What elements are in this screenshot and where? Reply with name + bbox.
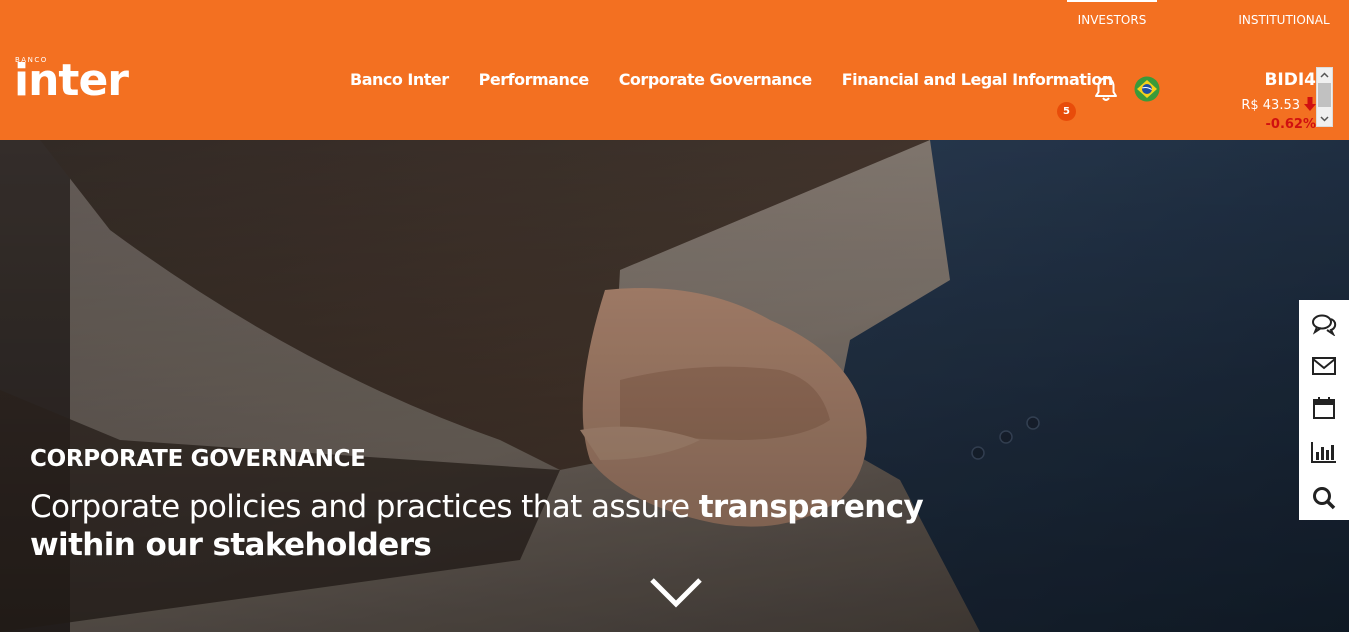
chat-icon bbox=[1312, 314, 1337, 336]
search-icon bbox=[1313, 487, 1336, 510]
notification-badge[interactable]: 5 bbox=[1057, 102, 1076, 121]
hero-banner: CORPORATE GOVERNANCE Corporate policies … bbox=[0, 140, 1349, 632]
chevron-down-icon[interactable] bbox=[1317, 111, 1332, 126]
stock-chart-button[interactable] bbox=[1299, 430, 1349, 474]
logo[interactable]: BANCO inter bbox=[14, 56, 148, 106]
ticker-symbol: BIDI4 bbox=[1264, 70, 1316, 90]
calendar-button[interactable] bbox=[1299, 386, 1349, 430]
hero-headline-regular: Corporate policies and practices that as… bbox=[30, 489, 699, 525]
nav-item-banco-inter[interactable]: Banco Inter bbox=[350, 70, 449, 92]
scrollbar-thumb[interactable] bbox=[1318, 83, 1331, 107]
ticker-change: -0.62% bbox=[1265, 117, 1317, 128]
header: INVESTORS INSTITUTIONAL BANCO inter Banc… bbox=[0, 0, 1349, 140]
nav-item-financial-legal[interactable]: Financial and Legal Information bbox=[842, 70, 1114, 92]
hero-kicker: CORPORATE GOVERNANCE bbox=[30, 446, 366, 472]
arrow-down-icon bbox=[1304, 97, 1316, 111]
mail-icon bbox=[1312, 357, 1336, 375]
calendar-icon bbox=[1313, 397, 1335, 419]
hero-headline: Corporate policies and practices that as… bbox=[30, 488, 930, 564]
chevron-up-icon[interactable] bbox=[1317, 68, 1332, 83]
mail-button[interactable] bbox=[1299, 344, 1349, 388]
stock-ticker: BIDI4 R$ 43.53 -0.62% bbox=[1200, 68, 1318, 128]
nav-item-performance[interactable]: Performance bbox=[479, 70, 590, 92]
hero-headline-bold-2: within our stakeholders bbox=[30, 527, 432, 563]
side-toolbar bbox=[1299, 300, 1349, 520]
nav-item-corporate-governance[interactable]: Corporate Governance bbox=[619, 70, 813, 92]
hero-headline-bold-1: transparency bbox=[698, 489, 924, 525]
brazil-flag-icon[interactable] bbox=[1134, 76, 1160, 102]
bell-icon[interactable] bbox=[1093, 75, 1119, 103]
scroll-down-chevron-icon[interactable] bbox=[648, 572, 704, 612]
ticker-scrollbar[interactable] bbox=[1316, 67, 1333, 127]
ticker-price: R$ 43.53 bbox=[1241, 98, 1300, 113]
top-link-investors[interactable]: INVESTORS bbox=[1067, 0, 1157, 40]
search-button[interactable] bbox=[1299, 476, 1349, 520]
chart-icon bbox=[1311, 442, 1336, 463]
main-nav: Banco Inter Performance Corporate Govern… bbox=[350, 70, 1143, 92]
logo-main-text: inter bbox=[14, 55, 129, 106]
chat-button[interactable] bbox=[1299, 302, 1349, 346]
top-link-institutional[interactable]: INSTITUTIONAL bbox=[1238, 0, 1330, 38]
